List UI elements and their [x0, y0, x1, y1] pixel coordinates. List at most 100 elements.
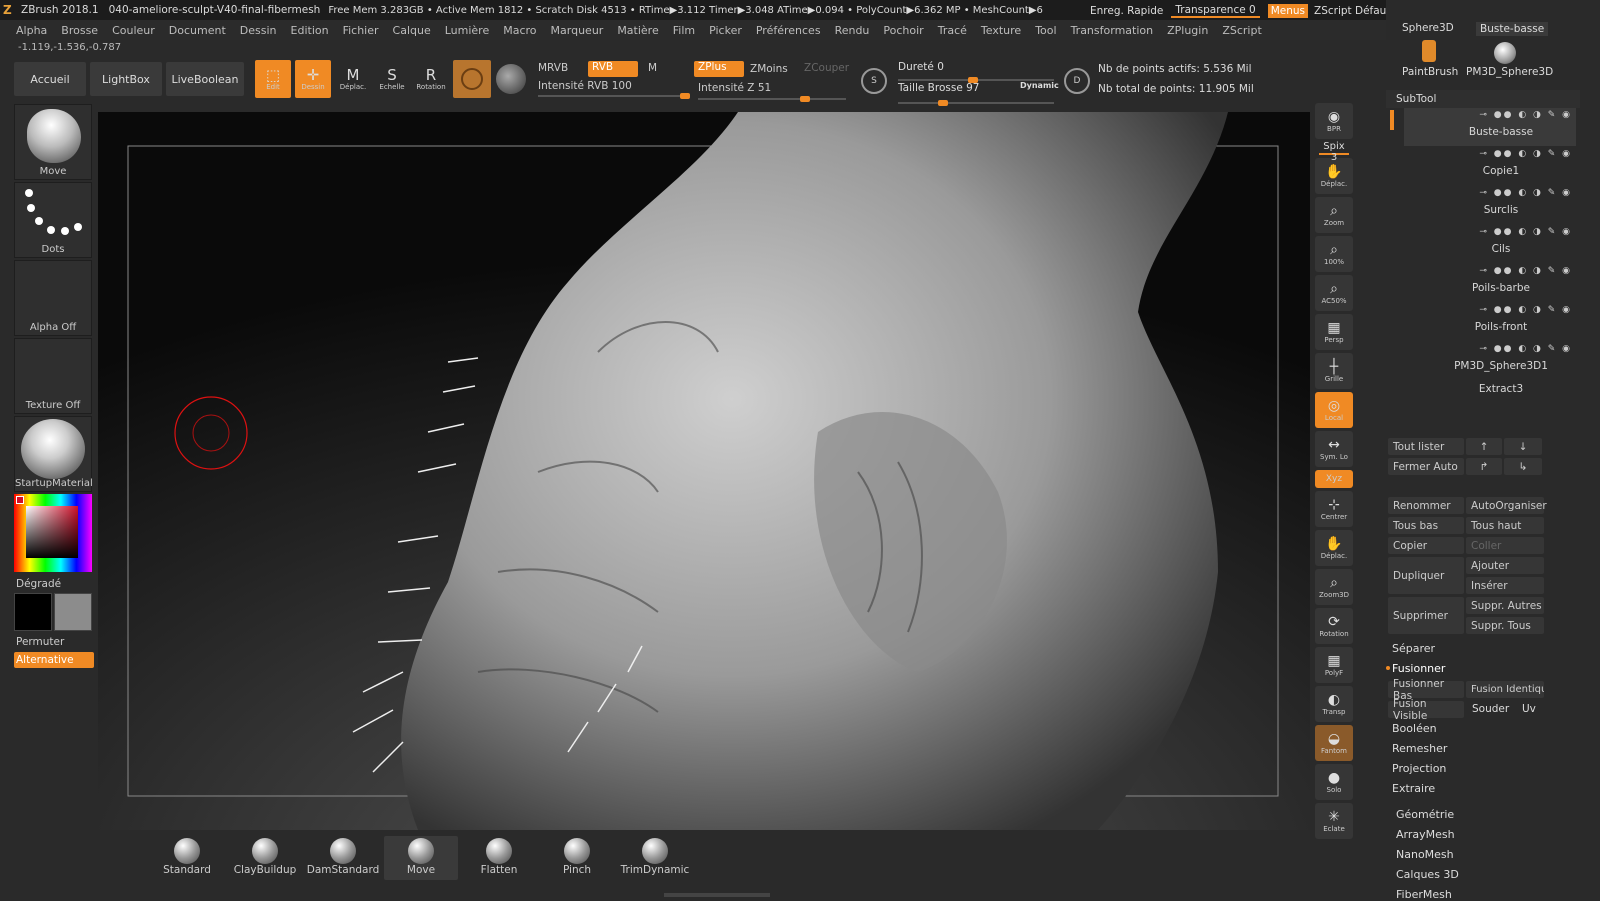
main-color-swatch[interactable]: [14, 593, 52, 631]
subtool-visibility-eye-icon[interactable]: ⊸ ●● ◐ ◑ ✎ ◉: [1479, 149, 1572, 159]
color-sphere-icon[interactable]: [496, 64, 526, 94]
transparency-slider[interactable]: Transparence 0: [1171, 4, 1260, 18]
duplicate-button[interactable]: Dupliquer: [1388, 557, 1464, 594]
z-intensity-slider[interactable]: [698, 96, 846, 102]
liveboolean-button[interactable]: LiveBoolean: [166, 62, 244, 96]
rename-button[interactable]: Renommer: [1388, 497, 1464, 514]
texture-picker[interactable]: Texture Off: [14, 338, 92, 414]
menu-lumiere[interactable]: Lumière: [445, 24, 490, 37]
all-low-button[interactable]: Tous bas: [1388, 517, 1464, 534]
stroke-picker[interactable]: Dots: [14, 182, 92, 258]
menu-macro[interactable]: Macro: [503, 24, 536, 37]
brush-pinch[interactable]: Pinch: [540, 836, 614, 880]
arrow-up-icon[interactable]: ↑: [1466, 438, 1502, 455]
subtool-visibility-eye-icon[interactable]: ⊸ ●● ◐ ◑ ✎ ◉: [1479, 227, 1572, 237]
subtool-item[interactable]: Extract3: [1404, 381, 1576, 419]
menu-rendu[interactable]: Rendu: [835, 24, 870, 37]
brush-move[interactable]: Move: [384, 836, 458, 880]
m-toggle[interactable]: M: [648, 62, 657, 74]
split-section[interactable]: Séparer: [1392, 642, 1435, 655]
dock-eclate-button[interactable]: ✳ Eclate: [1315, 803, 1353, 839]
merge-similar-button[interactable]: Fusion Identique: [1466, 681, 1544, 698]
subtool-visibility-eye-icon[interactable]: ⊸ ●● ◐ ◑ ✎ ◉: [1479, 305, 1572, 315]
subtool-visibility-eye-icon[interactable]: ⊸ ●● ◐ ◑ ✎ ◉: [1479, 110, 1572, 120]
paste-button[interactable]: Coller: [1466, 537, 1544, 554]
zsub-toggle[interactable]: ZMoins: [750, 63, 788, 75]
subtool-item[interactable]: ⊸ ●● ◐ ◑ ✎ ◉ Cils: [1404, 225, 1576, 263]
menu-edition[interactable]: Edition: [291, 24, 329, 37]
arrow-return-icon[interactable]: ↳: [1504, 458, 1542, 475]
draw-size-icon[interactable]: D: [1064, 68, 1090, 94]
z-intensity-knob[interactable]: [800, 96, 810, 102]
delete-all-button[interactable]: Suppr. Tous: [1466, 617, 1544, 634]
boolean-section[interactable]: Booléen: [1392, 722, 1437, 735]
brush-picker[interactable]: Move: [14, 104, 92, 180]
move-button[interactable]: M Déplac.: [335, 60, 371, 98]
dock-persp-button[interactable]: ▦ Persp: [1315, 314, 1353, 350]
material-picker[interactable]: StartupMaterial: [14, 416, 93, 492]
menu-fichier[interactable]: Fichier: [343, 24, 379, 37]
quicksave-button[interactable]: Enreg. Rapide: [1090, 5, 1163, 17]
copy-button[interactable]: Copier: [1388, 537, 1464, 554]
auto-collapse-button[interactable]: Fermer Auto: [1388, 458, 1464, 475]
dock-bpr-button[interactable]: ◉ BPR: [1315, 103, 1353, 139]
menu-marqueur[interactable]: Marqueur: [551, 24, 604, 37]
dock-polyf-button[interactable]: ▦ PolyF: [1315, 647, 1353, 683]
delete-other-button[interactable]: Suppr. Autres: [1466, 597, 1544, 614]
dock-solo-button[interactable]: ● Solo: [1315, 764, 1353, 800]
menu-calque[interactable]: Calque: [393, 24, 431, 37]
tool-paintbrush[interactable]: PaintBrush: [1402, 66, 1458, 78]
uv-toggle[interactable]: Uv: [1522, 703, 1536, 715]
rgb-intensity-slider[interactable]: [538, 93, 690, 99]
gradient-label[interactable]: Dégradé: [16, 578, 94, 590]
dock-centrer-button[interactable]: ⊹ Centrer: [1315, 491, 1353, 527]
section-nanomesh[interactable]: NanoMesh: [1396, 848, 1454, 861]
subtool-item[interactable]: ⊸ ●● ◐ ◑ ✎ ◉ Copie1: [1404, 147, 1576, 185]
extract-section[interactable]: Extraire: [1392, 782, 1435, 795]
dock-sym-lo-button[interactable]: ↔ Sym. Lo: [1315, 431, 1353, 467]
alpha-picker[interactable]: Alpha Off: [14, 260, 92, 336]
dock-100--button[interactable]: ⌕ 100%: [1315, 236, 1353, 272]
menu-matiere[interactable]: Matière: [617, 24, 658, 37]
canvas-viewport[interactable]: [98, 112, 1310, 830]
dock-xyz-button[interactable]: Xyz: [1315, 470, 1353, 488]
dock-grille-button[interactable]: ┼ Grille: [1315, 353, 1353, 389]
merge-section[interactable]: Fusionner: [1392, 662, 1445, 675]
menu-document[interactable]: Document: [169, 24, 226, 37]
dock-fantom-button[interactable]: ◒ Fantom: [1315, 725, 1353, 761]
brush-damstandard[interactable]: DamStandard: [306, 836, 380, 880]
section-calques-3d[interactable]: Calques 3D: [1396, 868, 1459, 881]
delete-button[interactable]: Supprimer: [1388, 597, 1464, 634]
switch-colors-button[interactable]: Permuter: [16, 636, 94, 648]
dock-ac50--button[interactable]: ⌕ AC50%: [1315, 275, 1353, 311]
subtool-item[interactable]: ⊸ ●● ◐ ◑ ✎ ◉ Buste-basse: [1404, 108, 1576, 146]
dock-zoom3d-button[interactable]: ⌕ Zoom3D: [1315, 569, 1353, 605]
merge-visible-button[interactable]: Fusion Visible: [1388, 698, 1464, 722]
zadd-toggle[interactable]: ZPlus: [694, 61, 744, 77]
arrow-right-icon[interactable]: ↱: [1466, 458, 1502, 475]
menu-brosse[interactable]: Brosse: [61, 24, 98, 37]
scale-button[interactable]: S Echelle: [374, 60, 410, 98]
mrvb-toggle[interactable]: MRVB: [538, 62, 568, 74]
weld-toggle[interactable]: Souder: [1472, 703, 1509, 715]
append-button[interactable]: Ajouter: [1466, 557, 1544, 574]
auto-reorder-button[interactable]: AutoOrganiser: [1466, 497, 1547, 514]
color-picker[interactable]: [14, 494, 92, 574]
focal-shift-icon[interactable]: S: [861, 68, 887, 94]
subtool-visibility-eye-icon[interactable]: ⊸ ●● ◐ ◑ ✎ ◉: [1479, 344, 1572, 354]
subtool-visibility-eye-icon[interactable]: ⊸ ●● ◐ ◑ ✎ ◉: [1479, 266, 1572, 276]
subtool-item[interactable]: ⊸ ●● ◐ ◑ ✎ ◉ PM3D_Sphere3D1: [1404, 342, 1576, 380]
menu-transformation[interactable]: Transformation: [1071, 24, 1154, 37]
spix-slider[interactable]: Spix 3: [1319, 141, 1349, 163]
subtool-item[interactable]: ⊸ ●● ◐ ◑ ✎ ◉ Surclis: [1404, 186, 1576, 224]
menu-dessin[interactable]: Dessin: [240, 24, 277, 37]
subtool-visibility-eye-icon[interactable]: ⊸ ●● ◐ ◑ ✎ ◉: [1479, 188, 1572, 198]
rvb-toggle[interactable]: RVB: [588, 61, 638, 77]
tool-sphere3d[interactable]: Sphere3D: [1402, 22, 1454, 34]
menu-zplugin[interactable]: ZPlugin: [1167, 24, 1208, 37]
menu-zscript[interactable]: ZScript: [1222, 24, 1261, 37]
zcut-toggle[interactable]: ZCouper: [804, 62, 849, 74]
dock-transp-button[interactable]: ◐ Transp: [1315, 686, 1353, 722]
menu-pochoir[interactable]: Pochoir: [883, 24, 923, 37]
insert-button[interactable]: Insérer: [1466, 577, 1544, 594]
